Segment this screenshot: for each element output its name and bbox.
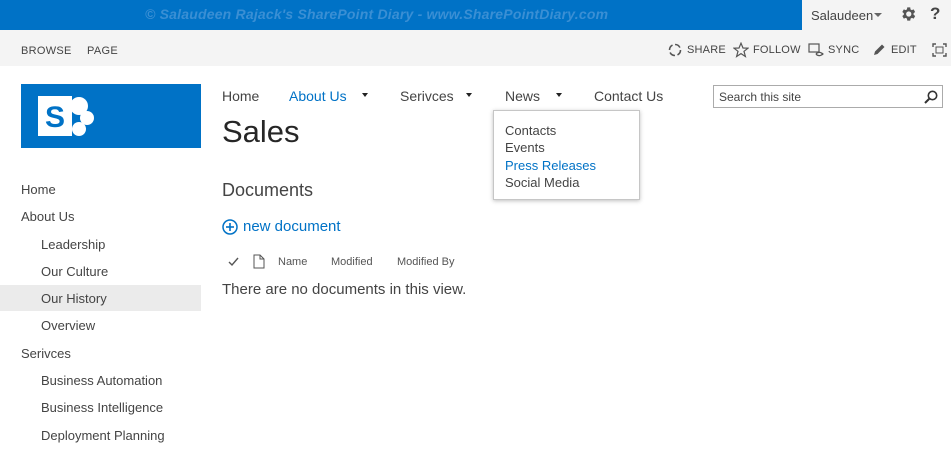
edit-label: EDIT [891, 44, 917, 56]
help-icon[interactable]: ? [930, 4, 940, 24]
chevron-down-icon[interactable] [556, 93, 562, 97]
menu-item-press-releases[interactable]: Press Releases [505, 158, 596, 173]
checkmark-icon[interactable] [228, 257, 239, 267]
new-document-button[interactable]: new document [222, 218, 341, 235]
quick-launch-services[interactable]: Serivces [21, 346, 71, 361]
ribbon: BROWSE PAGE SHARE FOLLOW SYNC EDIT [0, 30, 951, 66]
page-title: Sales [222, 114, 300, 149]
add-circle-icon [222, 218, 238, 235]
chevron-down-icon[interactable] [874, 13, 882, 17]
edit-button[interactable]: EDIT [871, 42, 917, 58]
quick-launch-about-us[interactable]: About Us [21, 209, 74, 224]
topnav-home[interactable]: Home [222, 88, 259, 104]
quick-launch-leadership[interactable]: Leadership [41, 237, 105, 252]
sync-icon [808, 43, 824, 57]
news-dropdown-menu: Contacts Events Press Releases Social Me… [493, 110, 640, 200]
watermark-text: © Salaudeen Rajack's SharePoint Diary - … [145, 6, 609, 22]
site-logo[interactable]: S [21, 84, 201, 148]
share-button[interactable]: SHARE [667, 42, 726, 58]
quick-launch-business-automation[interactable]: Business Automation [41, 373, 162, 388]
focus-on-content-icon[interactable] [931, 42, 948, 58]
column-header-modified[interactable]: Modified [331, 256, 373, 268]
quick-launch-home[interactable]: Home [21, 182, 56, 197]
topnav-services[interactable]: Serivces [400, 88, 454, 104]
topnav-contact-us[interactable]: Contact Us [594, 88, 663, 104]
chevron-down-icon[interactable] [362, 93, 368, 97]
chevron-down-icon[interactable] [466, 93, 472, 97]
pencil-icon [874, 44, 885, 55]
search-icon[interactable] [923, 89, 939, 105]
menu-item-contacts[interactable]: Contacts [505, 123, 556, 138]
quick-launch-deployment-planning[interactable]: Deployment Planning [41, 428, 165, 443]
svg-text:S: S [45, 101, 65, 134]
topnav-about-us[interactable]: About Us [289, 88, 347, 104]
quick-launch-our-history[interactable]: Our History [41, 291, 107, 306]
sync-button[interactable]: SYNC [808, 42, 859, 58]
search-input[interactable] [719, 89, 914, 105]
menu-item-events[interactable]: Events [505, 140, 545, 155]
user-name[interactable]: Salaudeen [811, 8, 873, 23]
new-document-label: new document [243, 218, 341, 235]
column-header-name[interactable]: Name [278, 256, 307, 268]
quick-launch-our-culture[interactable]: Our Culture [41, 264, 108, 279]
quick-launch-business-intelligence[interactable]: Business Intelligence [41, 400, 163, 415]
quick-launch-overview[interactable]: Overview [41, 318, 95, 333]
tab-browse[interactable]: BROWSE [21, 45, 72, 57]
document-type-icon [253, 254, 265, 269]
column-header-modified-by[interactable]: Modified By [397, 256, 454, 268]
suite-bar: © Salaudeen Rajack's SharePoint Diary - … [0, 0, 951, 30]
menu-item-social-media[interactable]: Social Media [505, 175, 579, 190]
follow-button[interactable]: FOLLOW [733, 42, 801, 58]
sync-label: SYNC [828, 44, 860, 56]
topnav-news[interactable]: News [505, 88, 540, 104]
share-icon [668, 43, 682, 57]
tab-page[interactable]: PAGE [87, 45, 118, 57]
follow-label: FOLLOW [753, 44, 801, 56]
gear-icon[interactable] [899, 5, 917, 23]
user-menu[interactable]: Salaudeen ? [802, 0, 951, 30]
share-label: SHARE [687, 44, 726, 56]
search-box [713, 85, 943, 108]
empty-view-message: There are no documents in this view. [222, 281, 467, 298]
star-icon [733, 42, 749, 58]
sharepoint-logo-icon: S [38, 96, 94, 136]
documents-title[interactable]: Documents [222, 180, 313, 201]
